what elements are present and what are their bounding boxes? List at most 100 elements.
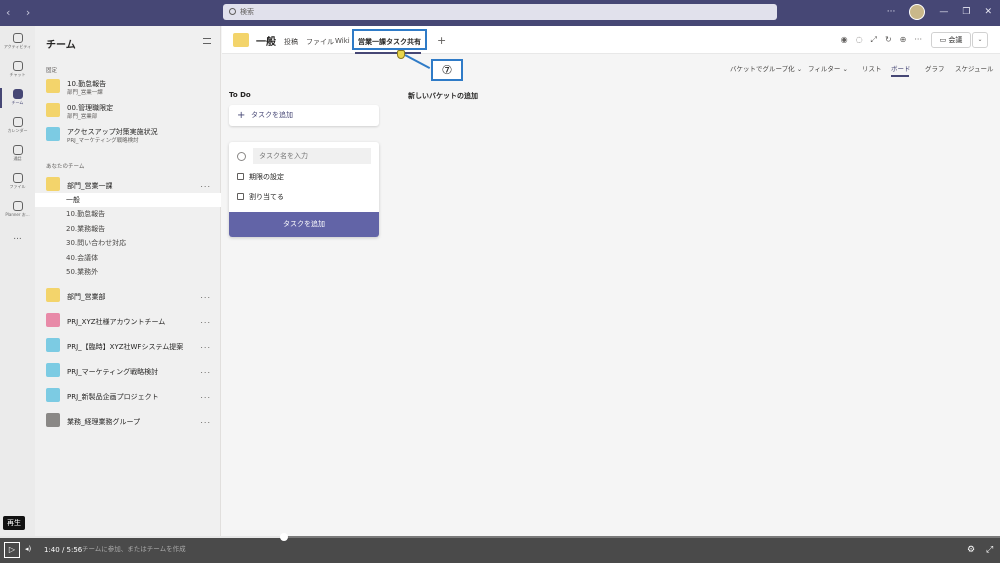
more-icon[interactable]: ... [200, 391, 211, 400]
add-task-label: タスクを追加 [251, 111, 293, 119]
team-row[interactable]: 業務_経理業務グループ ... [35, 410, 221, 432]
progress-fill [0, 536, 284, 538]
time-display: 1:40 / 5:56 [44, 546, 83, 554]
group-by-bucket[interactable]: バケットでグループ化 ⌄ [730, 63, 802, 73]
tab-files[interactable]: ファイル [306, 37, 334, 47]
pinned-item[interactable]: 00.管理職限定 部門_営業部 [35, 100, 221, 122]
rail-files[interactable]: ファイル [0, 170, 35, 196]
team-name: PRJ_XYZ社様アカウントチーム [67, 318, 166, 326]
planner-icon [12, 201, 23, 211]
assign-label: 割り当てる [249, 193, 284, 201]
complete-radio[interactable] [237, 152, 246, 161]
add-task-button[interactable]: + タスクを追加 [229, 105, 379, 126]
more-icon[interactable]: ... [200, 291, 211, 300]
assign-button[interactable]: 割り当てる [237, 192, 284, 202]
avatar[interactable] [909, 4, 926, 20]
task-name-input[interactable] [253, 148, 371, 164]
more-icon[interactable]: ··· [887, 7, 896, 17]
channel-item[interactable]: 10.勤怠報告 [35, 207, 221, 221]
team-name: 部門_営業部 [67, 293, 106, 301]
more-icon[interactable]: ... [200, 316, 211, 325]
team-row[interactable]: PRJ_XYZ社様アカウントチーム ... [35, 310, 221, 332]
view-board[interactable]: ボード [891, 63, 911, 73]
add-tab-button[interactable]: + [437, 34, 446, 47]
channel-item[interactable]: 40.会議体 [35, 251, 221, 265]
more-icon[interactable]: ... [200, 341, 211, 350]
channel-item[interactable]: 30.問い合わせ対応 [35, 236, 221, 250]
rail-calendar[interactable]: カレンダー [0, 114, 35, 140]
pinned-item[interactable]: 10.勤怠報告 部門_営業一課 [35, 76, 221, 98]
window-controls: ··· — ❐ ✕ [887, 4, 992, 20]
rail-teams[interactable]: チーム [0, 86, 35, 112]
team-row[interactable]: 部門_営業部 ... [35, 285, 221, 307]
close-icon[interactable]: ✕ [984, 7, 992, 17]
calendar-icon [237, 173, 244, 180]
team-avatar-icon [46, 413, 60, 427]
add-bucket-link[interactable]: 新しいバケットの追加 [408, 91, 478, 101]
fullscreen-icon[interactable]: ⤢ [986, 545, 993, 555]
channel-item[interactable]: 50.業務外 [35, 265, 221, 279]
teams-title: チーム [46, 40, 76, 51]
rail-chat[interactable]: チャット [0, 58, 35, 84]
new-task-form: 期限の設定 割り当てる タスクを追加 [229, 142, 379, 237]
rail-planner[interactable]: Planner お... [0, 198, 35, 224]
search-placeholder: 検索 [240, 8, 254, 16]
channel-item[interactable]: 一般 [35, 193, 221, 207]
meet-button[interactable]: ▭ 会議 [931, 32, 971, 48]
pinned-sub: PRJ_マーケティング戦略検討 [67, 138, 139, 144]
more-icon[interactable]: ... [200, 366, 211, 375]
tab-wiki[interactable]: Wiki [335, 37, 350, 45]
refresh-icon[interactable]: ↻ [885, 35, 892, 45]
chevron-down-icon[interactable]: ⌄ [972, 32, 988, 48]
tab-posts[interactable]: 投稿 [284, 37, 298, 47]
pointer-cursor-icon [397, 50, 405, 59]
more-icon[interactable]: ... [200, 416, 211, 425]
rail-activity[interactable]: アクティビティ [0, 30, 35, 56]
play-icon: ▷ [8, 545, 16, 554]
globe-icon[interactable]: ⊕ [900, 35, 907, 45]
file-icon [12, 173, 23, 183]
title-bar: ‹ › 検索 ··· — ❐ ✕ [0, 0, 1000, 26]
team-row[interactable]: PRJ_【臨時】XYZ社WFシステム提案 ... [35, 335, 221, 357]
bucket-title[interactable]: To Do [229, 91, 251, 99]
maximize-icon[interactable]: ❐ [962, 7, 970, 17]
filter-icon[interactable] [203, 38, 211, 44]
rail-calls[interactable]: 通話 [0, 142, 35, 168]
team-row[interactable]: PRJ_マーケティング戦略検討 ... [35, 360, 221, 382]
teams-icon [12, 89, 23, 99]
filter-button[interactable]: フィルター ⌄ [808, 63, 848, 73]
team-avatar-icon [46, 338, 60, 352]
team-avatar-icon [46, 103, 60, 117]
volume-icon[interactable]: ◂) [25, 545, 31, 553]
progress-thumb[interactable] [280, 533, 288, 541]
conversation-icon[interactable]: ◌ [856, 35, 863, 45]
view-schedule[interactable]: スケジュール [955, 63, 994, 73]
team-avatar-icon [46, 79, 60, 93]
play-button[interactable]: ▷ [4, 542, 20, 558]
more-icon[interactable]: ... [200, 180, 211, 189]
team-row[interactable]: PRJ_新製品企画プロジェクト ... [35, 385, 221, 407]
due-date-label: 期限の設定 [249, 173, 284, 181]
submit-task-button[interactable]: タスクを追加 [229, 212, 379, 237]
main-area: 一般 投稿 ファイル Wiki 営業一課タスク共有 + ◉ ◌ ⤢ ↻ ⊕ ··… [222, 26, 1000, 536]
team-avatar-icon [46, 388, 60, 402]
view-charts[interactable]: グラフ [925, 63, 945, 73]
chevron-down-icon: ⌄ [796, 65, 803, 73]
view-list[interactable]: リスト [862, 63, 882, 73]
team-avatar-icon [233, 33, 249, 47]
channel-item[interactable]: 20.業務報告 [35, 222, 221, 236]
team-avatar-icon [46, 313, 60, 327]
nav-arrows[interactable]: ‹ › [6, 6, 36, 19]
assign-icon [237, 193, 244, 200]
more-icon[interactable]: ··· [914, 35, 922, 45]
gear-icon[interactable]: ⚙ [967, 545, 975, 555]
bell-icon [12, 33, 23, 43]
due-date-button[interactable]: 期限の設定 [237, 172, 284, 182]
pinned-item[interactable]: アクセスアップ対策実施状況 PRJ_マーケティング戦略検討 [35, 124, 221, 146]
minimize-icon[interactable]: — [939, 7, 948, 17]
pinned-sub: 部門_営業部 [67, 114, 98, 120]
rail-more[interactable]: ... [0, 232, 35, 258]
expand-icon[interactable]: ⤢ [871, 35, 877, 45]
search-box[interactable]: 検索 [223, 4, 777, 20]
meet-now-icon[interactable]: ◉ [841, 35, 848, 45]
